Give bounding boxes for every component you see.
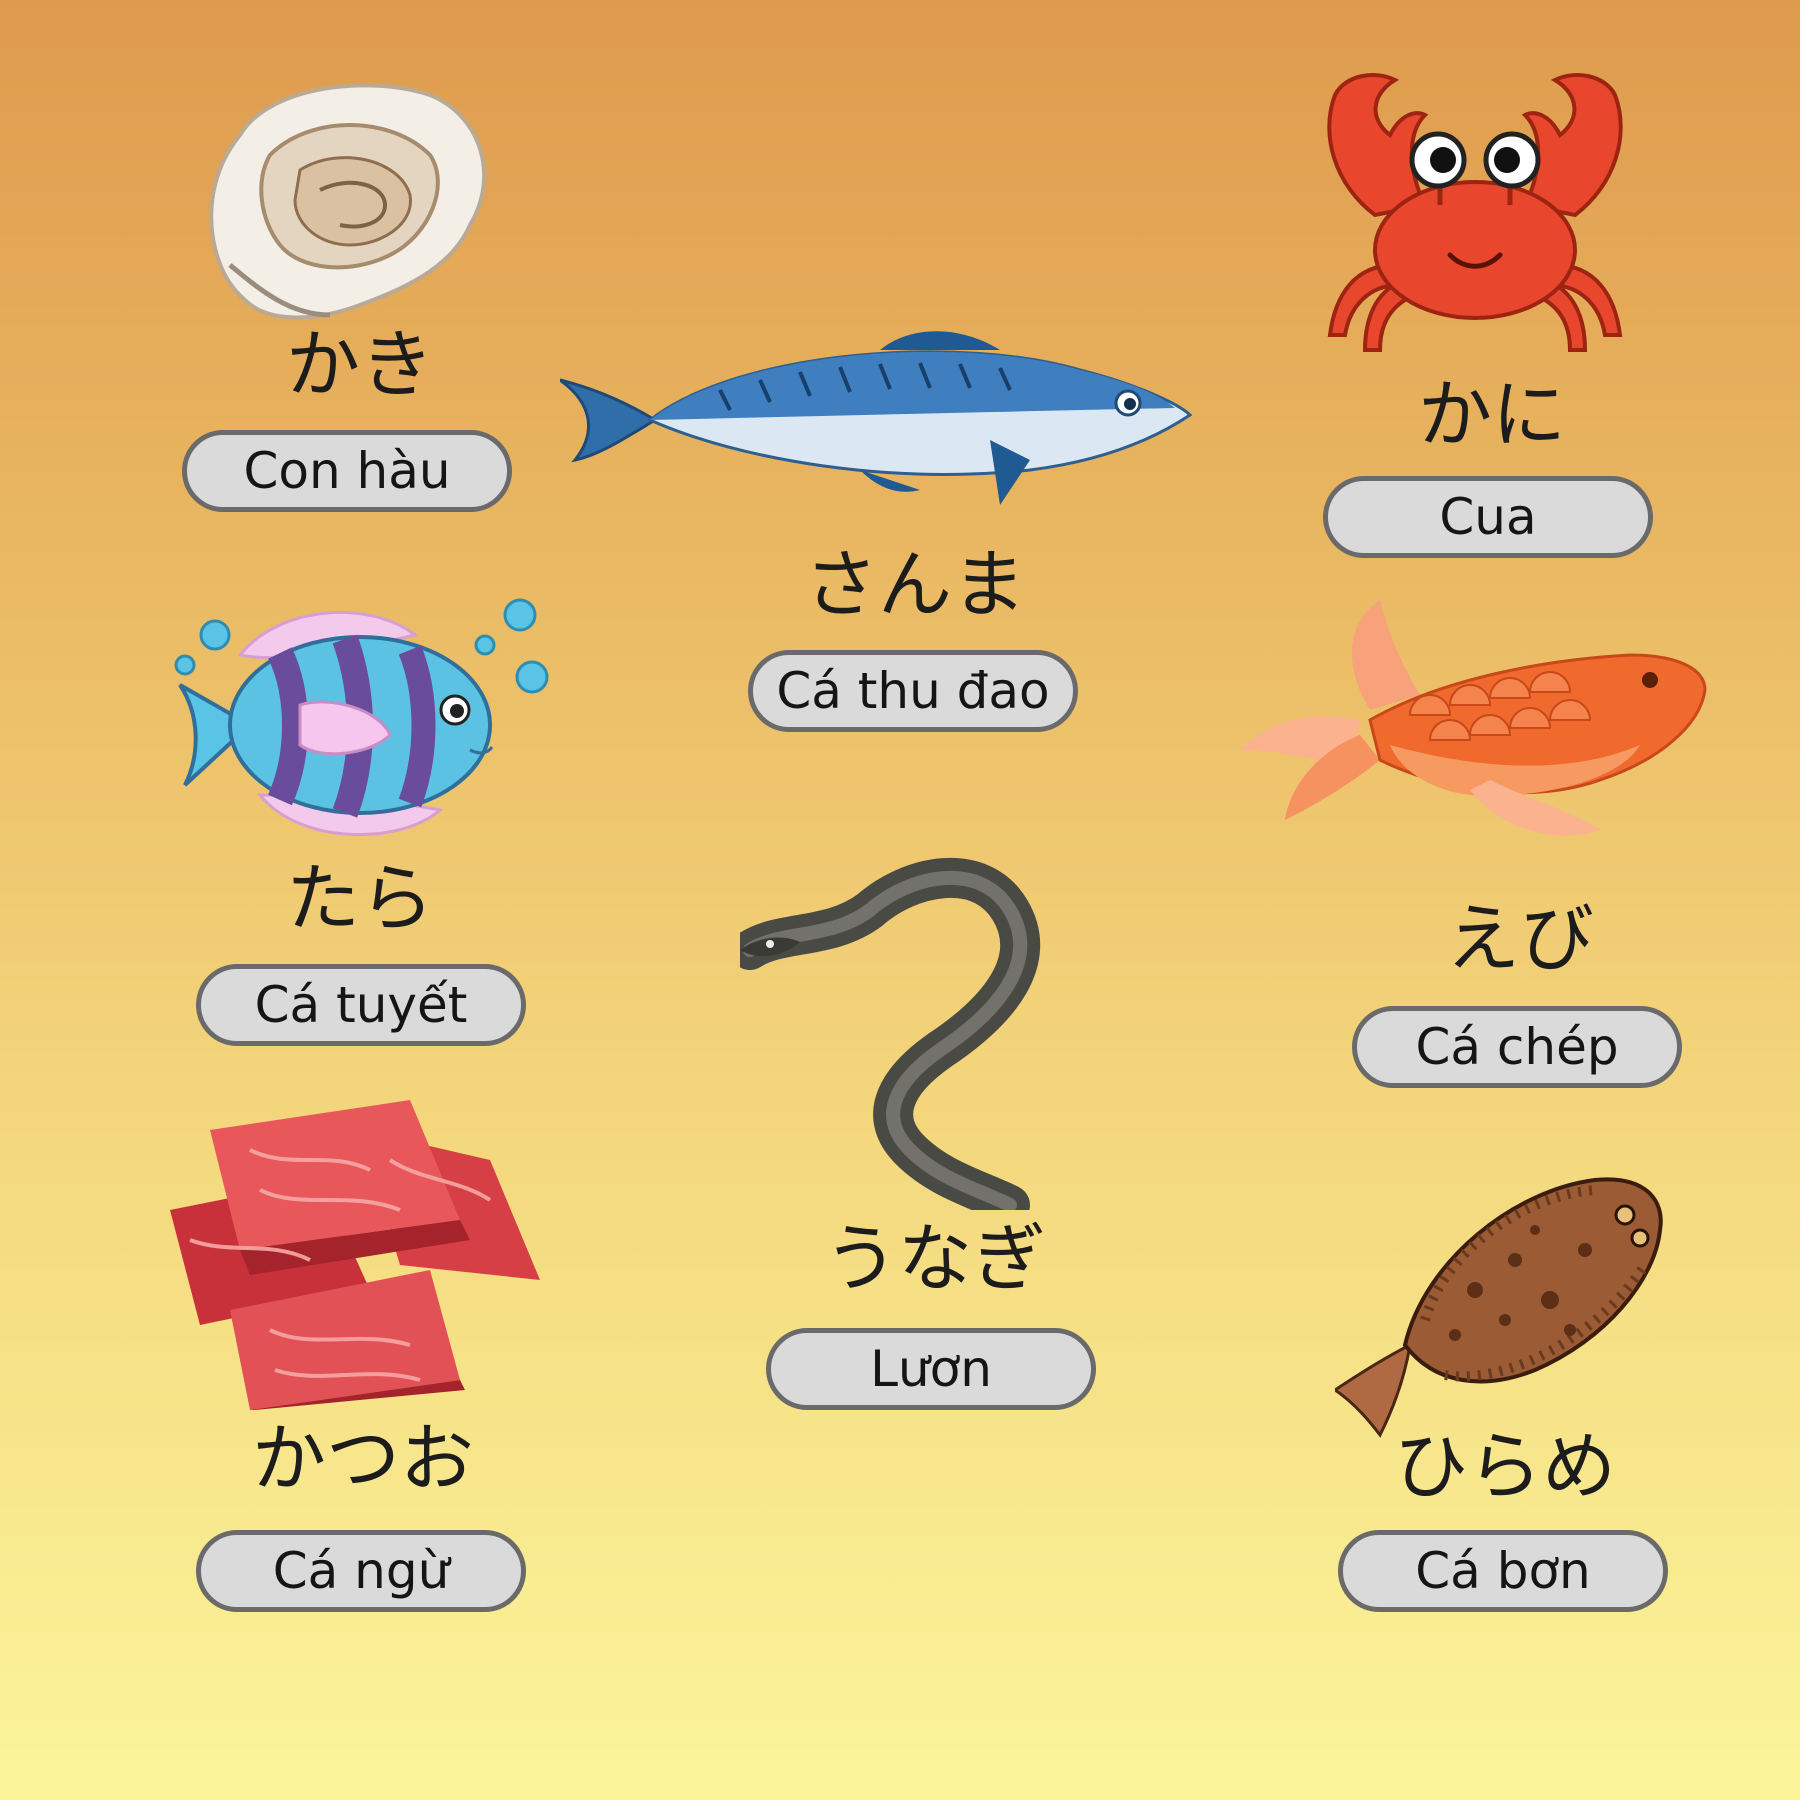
vi-label-cod[interactable]: Cá tuyết (196, 964, 526, 1046)
jp-label-crab: かに (1418, 372, 1566, 458)
vi-label-oyster[interactable]: Con hàu (182, 430, 512, 512)
vi-label-eel[interactable]: Lươn (766, 1328, 1096, 1410)
tuna-slices-icon (170, 1100, 540, 1410)
jp-label-carp: えび (1446, 896, 1594, 982)
vi-label-flounder[interactable]: Cá bơn (1338, 1530, 1668, 1612)
jp-label-oyster: かき (286, 322, 434, 408)
jp-label-flounder: ひらめ (1394, 1424, 1616, 1510)
vocabulary-card: { "items": [ {"id": "oyster", "icon": "o… (0, 0, 1800, 1800)
vi-label-saury[interactable]: Cá thu đao (748, 650, 1078, 732)
cod-fish-icon (174, 598, 549, 837)
jp-label-tuna: かつお (252, 1416, 474, 1502)
vi-label-crab[interactable]: Cua (1323, 476, 1653, 558)
oyster-icon (209, 83, 486, 320)
vi-label-carp[interactable]: Cá chép (1352, 1006, 1682, 1088)
carp-fish-icon (1240, 600, 1707, 836)
jp-label-saury: さんま (804, 542, 1026, 628)
flounder-icon (1335, 1177, 1663, 1438)
saury-fish-icon (560, 331, 1193, 505)
jp-label-eel: うなぎ (824, 1216, 1046, 1302)
vi-label-tuna[interactable]: Cá ngừ (196, 1530, 526, 1612)
eel-icon (740, 857, 1041, 1210)
jp-label-cod: たら (286, 856, 434, 942)
crab-icon (1327, 73, 1623, 352)
